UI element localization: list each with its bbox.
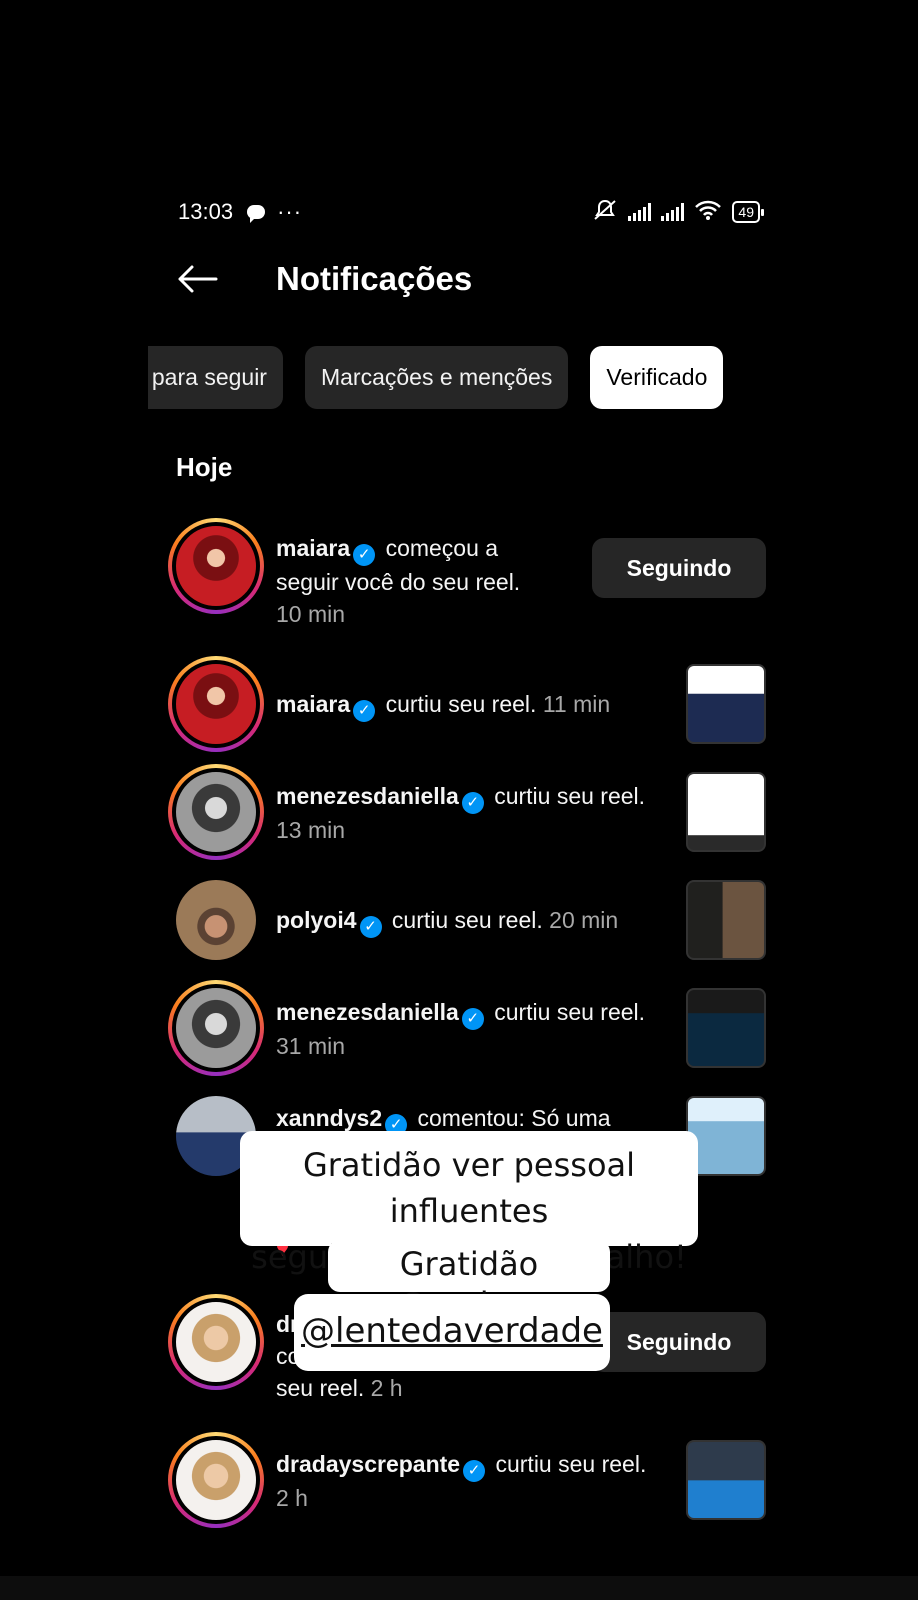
signal-icon-1	[628, 203, 652, 221]
following-button[interactable]: Seguindo	[592, 1312, 766, 1372]
filter-tabs: s para seguir Marcações e menções Verifi…	[148, 346, 724, 409]
timestamp: 20 min	[549, 907, 619, 933]
tab-tags-mentions[interactable]: Marcações e menções	[304, 346, 569, 409]
avatar[interactable]	[168, 518, 264, 614]
list-item[interactable]: maiara ✓ curtiu seu reel. 11 min	[168, 656, 766, 752]
username[interactable]: xanndys2	[276, 1105, 382, 1131]
reel-thumbnail[interactable]	[686, 988, 766, 1068]
notification-text: dradayscrepante ✓ curtiu seu reel. 2 h	[276, 1451, 647, 1511]
back-arrow-icon[interactable]	[174, 256, 220, 302]
section-today: Hoje	[176, 452, 233, 482]
avatar[interactable]	[168, 980, 264, 1076]
reel-thumbnail[interactable]	[686, 1096, 766, 1176]
reel-thumbnail[interactable]	[686, 1440, 766, 1520]
notification-text: menezesdaniella ✓ curtiu seu reel. 31 min	[276, 999, 646, 1059]
username[interactable]: polyoi4	[276, 907, 357, 933]
reel-thumbnail[interactable]	[686, 664, 766, 744]
bottom-edge	[0, 1576, 918, 1600]
status-bar: 13:03 ··· 49	[178, 196, 764, 228]
notification-text: maiara ✓ começou a seguir você do seu ree…	[276, 535, 521, 627]
status-icons: 49	[592, 198, 764, 227]
reel-thumbnail[interactable]	[686, 772, 766, 852]
header: Notificações	[174, 255, 760, 303]
username[interactable]: maiara	[276, 535, 350, 561]
chat-bubble-icon	[247, 205, 266, 223]
username[interactable]: maiara	[276, 691, 350, 717]
story-text-sticker-mention: Gratidão @maiara	[328, 1240, 610, 1323]
more-notifications-icon: ···	[277, 199, 303, 224]
list-item[interactable]: polyoi4 ✓ curtiu seu reel. 20 min	[168, 880, 766, 960]
avatar[interactable]	[168, 656, 264, 752]
verified-badge-icon: ✓	[461, 1008, 484, 1030]
notification-text: menezesdaniella ✓ curtiu seu reel. 13 min	[276, 783, 646, 843]
list-item[interactable]: menezesdaniella ✓ curtiu seu reel. 13 min	[168, 764, 766, 860]
timestamp: 13 min	[276, 817, 346, 843]
wifi-icon	[694, 199, 722, 226]
username[interactable]: menezesdaniella	[276, 999, 459, 1025]
timestamp: 11 min	[542, 691, 611, 717]
verified-badge-icon: ✓	[353, 700, 376, 722]
timestamp: 31 min	[276, 1033, 346, 1059]
signal-icon-2	[661, 203, 685, 221]
page-title: Notificações	[276, 260, 473, 297]
following-button[interactable]: Seguindo	[592, 538, 766, 598]
verified-badge-icon: ✓	[461, 792, 484, 814]
avatar[interactable]	[176, 880, 256, 960]
notification-text: polyoi4 ✓ curtiu seu reel. 20 min	[276, 904, 618, 938]
avatar[interactable]	[168, 1432, 264, 1528]
reel-thumbnail[interactable]	[686, 880, 766, 960]
timestamp: 2 h	[276, 1485, 308, 1511]
battery-icon: 49	[732, 201, 764, 223]
username[interactable]: dradayscrepante	[276, 1451, 460, 1477]
username[interactable]: menezesdaniella	[276, 783, 459, 809]
avatar[interactable]	[168, 1294, 264, 1390]
notification-text: maiara ✓ curtiu seu reel. 11 min	[276, 688, 610, 722]
verified-badge-icon: ✓	[359, 916, 382, 938]
avatar[interactable]	[168, 764, 264, 860]
tab-suggestions[interactable]: s para seguir	[148, 346, 283, 409]
mute-bell-icon	[592, 198, 618, 227]
status-time: 13:03	[178, 199, 234, 224]
mention-sticker[interactable]: @lentedaverdade	[294, 1294, 610, 1371]
verified-badge-icon: ✓	[353, 544, 376, 566]
list-item[interactable]: dradayscrepante ✓ curtiu seu reel. 2 h	[168, 1432, 766, 1528]
list-item[interactable]: maiara ✓ começou a seguir você do seu ree…	[168, 518, 766, 627]
timestamp: 2 h	[370, 1375, 403, 1401]
verified-badge-icon: ✓	[463, 1460, 486, 1482]
timestamp: 10 min	[276, 601, 346, 627]
tab-verified[interactable]: Verificado	[590, 346, 724, 409]
list-item[interactable]: menezesdaniella ✓ curtiu seu reel. 31 min	[168, 980, 766, 1076]
story-text-sticker: Gratidão ver pessoal influentes seguindo…	[240, 1131, 698, 1276]
